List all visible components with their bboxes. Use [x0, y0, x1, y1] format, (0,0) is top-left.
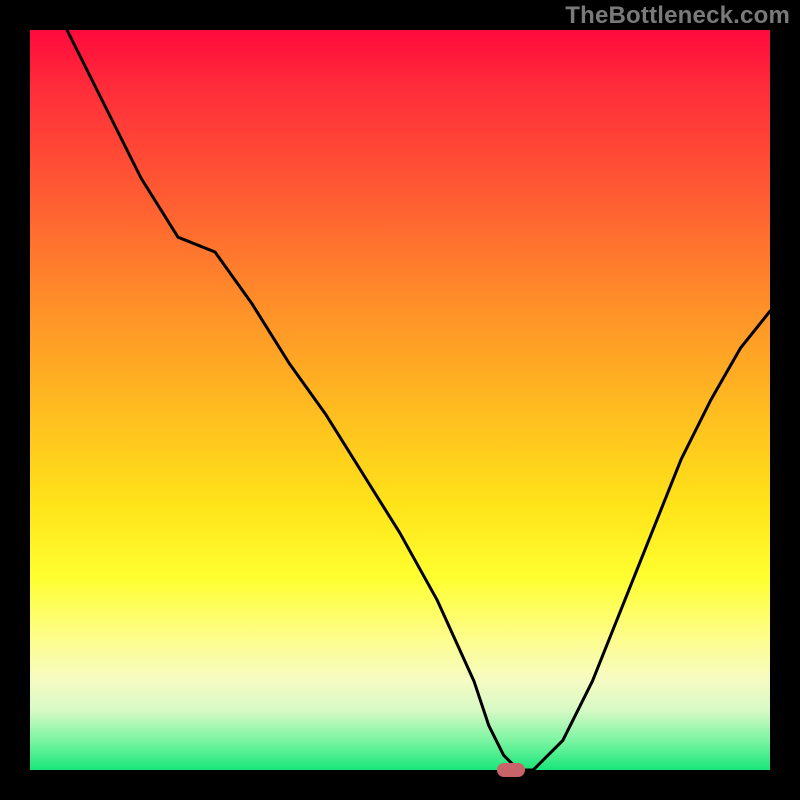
- optimal-zone-marker: [497, 763, 525, 777]
- watermark-text: TheBottleneck.com: [565, 2, 790, 30]
- chart-frame: TheBottleneck.com: [0, 0, 800, 800]
- plot-area: [30, 30, 770, 770]
- curve-svg: [30, 30, 770, 770]
- bottleneck-curve: [67, 30, 770, 770]
